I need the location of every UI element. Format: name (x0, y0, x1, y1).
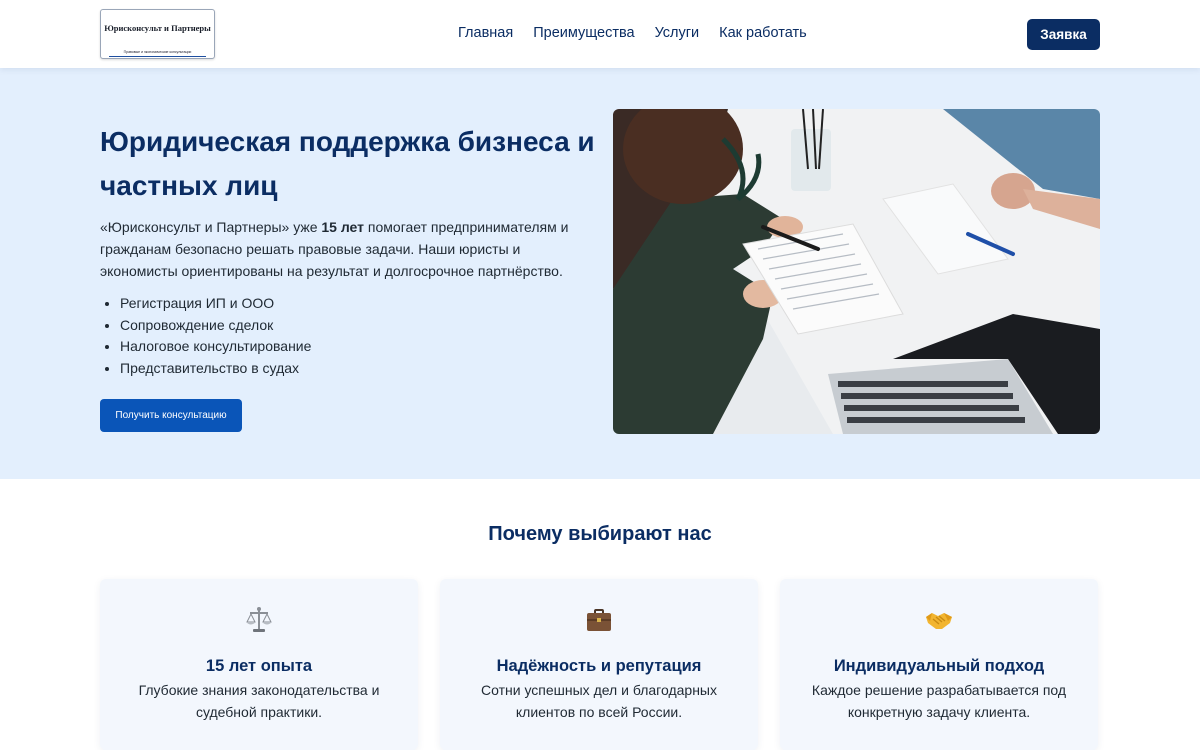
logo-underline (109, 55, 206, 57)
list-item: Представительство в судах (120, 358, 311, 380)
hero-title: Юридическая поддержка бизнеса и частных … (100, 126, 595, 201)
feature-card-reliability: Надёжность и репутация Сотни успешных де… (440, 579, 758, 750)
site-header: Юрисконсульт и Партнеры Правовые и эконо… (0, 0, 1200, 68)
hero-intro: «Юрисконсульт и Партнеры» уже 15 лет пом… (100, 216, 585, 282)
feature-card-experience: 15 лет опыта Глубокие знания законодател… (100, 579, 418, 750)
hero-intro-prefix: «Юрисконсульт и Партнеры» уже (100, 219, 322, 235)
hero-photo (613, 109, 1100, 434)
feature-card-text: Каждое решение разрабатывается под конкр… (811, 682, 1067, 720)
handshake-icon (780, 605, 1098, 635)
hero-section: Юридическая поддержка бизнеса и частных … (0, 68, 1200, 479)
feature-card-title: Индивидуальный подход (833, 657, 1045, 675)
request-button[interactable]: Заявка (1027, 19, 1100, 50)
company-logo[interactable]: Юрисконсульт и Партнеры Правовые и эконо… (100, 9, 215, 59)
nav-link-how-to-work[interactable]: Как работать (719, 25, 806, 41)
feature-card-text: Сотни успешных дел и благодарных клиенто… (481, 682, 717, 720)
services-list: Регистрация ИП и ООО Сопровождение сдело… (120, 293, 311, 379)
scales-icon (100, 605, 418, 635)
get-consultation-button[interactable]: Получить консультацию (100, 399, 242, 432)
list-item: Регистрация ИП и ООО (120, 293, 311, 315)
briefcase-icon (440, 605, 758, 635)
feature-card-title: 15 лет опыта (205, 657, 313, 675)
feature-card-text: Глубокие знания законодательства и судеб… (138, 682, 380, 720)
features-title: Почему выбирают нас (488, 523, 712, 545)
office-meeting-illustration (613, 109, 1100, 434)
list-item: Налоговое консультирование (120, 336, 311, 358)
logo-subtitle: Правовые и экономические консультации (123, 50, 192, 54)
feature-card-title: Надёжность и репутация (496, 657, 702, 675)
hero-intro-years: 15 лет (321, 219, 365, 235)
list-item: Сопровождение сделок (120, 315, 311, 337)
feature-card-individual: Индивидуальный подход Каждое решение раз… (780, 579, 1098, 750)
nav-link-advantages[interactable]: Преимущества (533, 25, 634, 41)
nav-link-services[interactable]: Услуги (655, 25, 700, 41)
logo-title: Юрисконсульт и Партнеры (104, 23, 211, 33)
nav-link-home[interactable]: Главная (458, 25, 513, 41)
main-nav: Главная Преимущества Услуги Как работать (458, 25, 807, 41)
